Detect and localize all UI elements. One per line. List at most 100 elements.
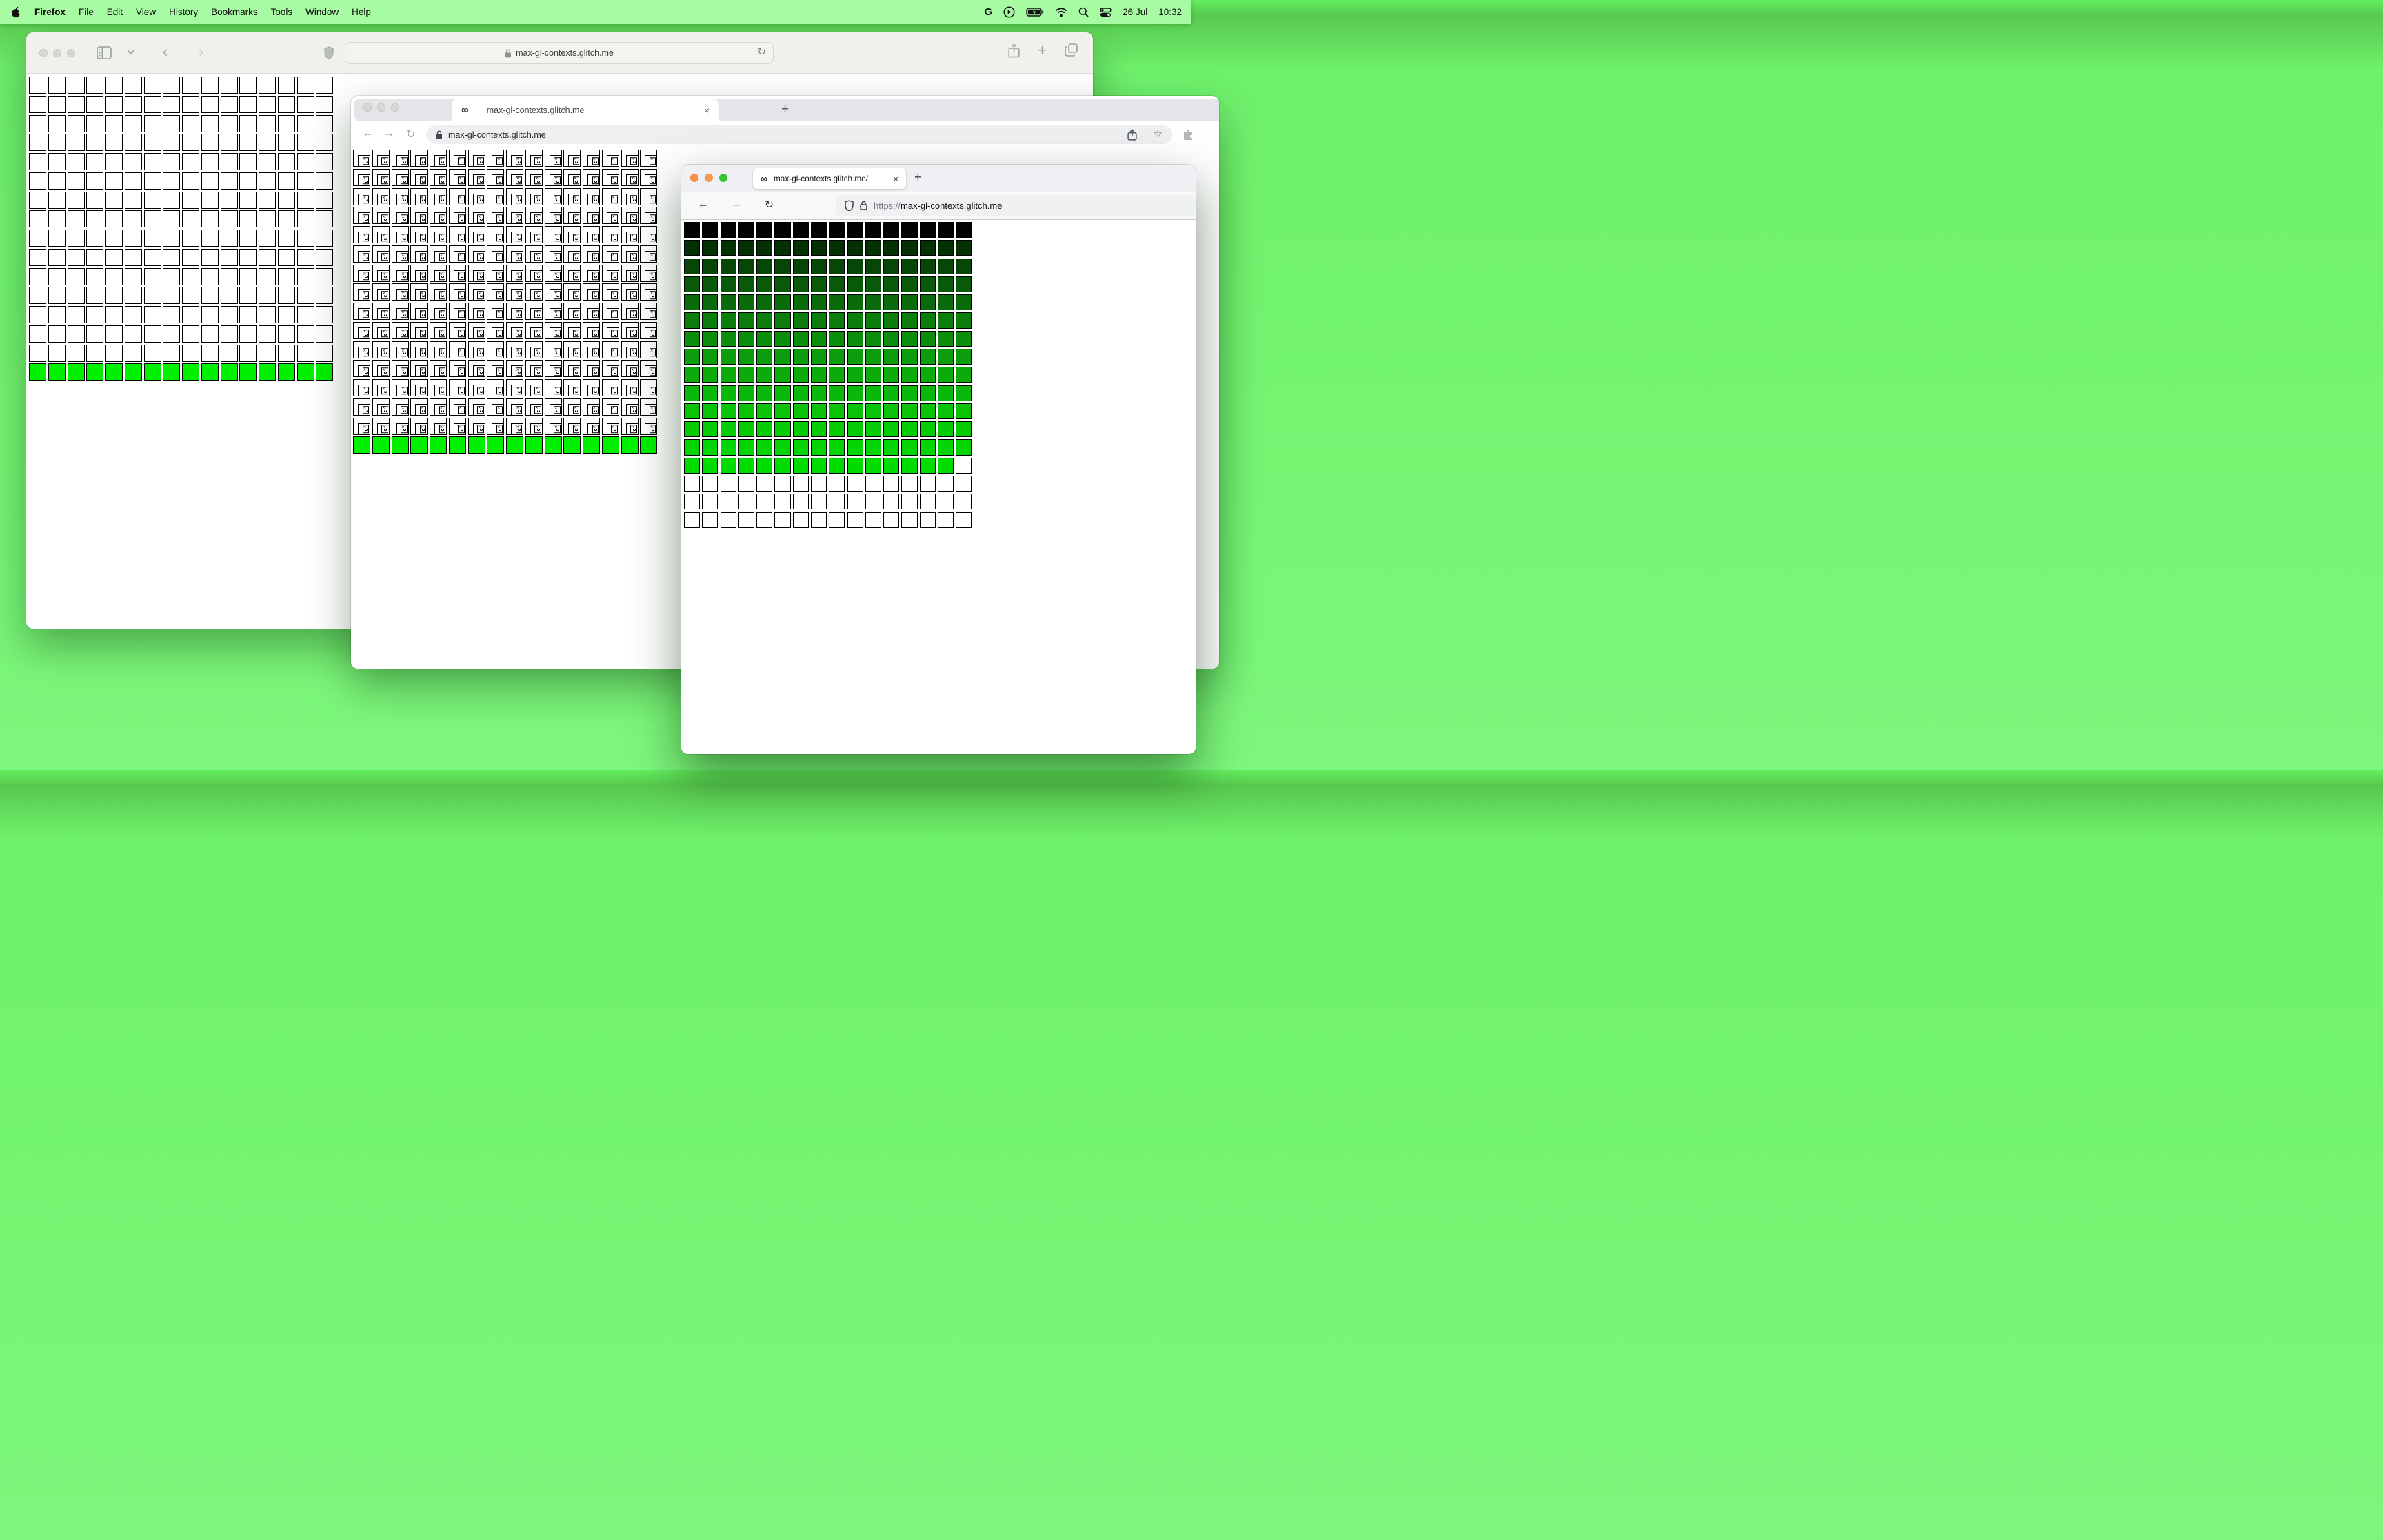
grid-cell: ×: [430, 360, 447, 378]
grid-cell: [29, 287, 46, 305]
menu-item-tools[interactable]: Tools: [271, 7, 293, 17]
google-status-icon[interactable]: G: [985, 6, 993, 18]
minimize-window-button[interactable]: [377, 103, 385, 112]
minimize-window-button[interactable]: [705, 174, 713, 182]
zoom-window-button[interactable]: [391, 103, 399, 112]
grid-cell: [756, 222, 773, 239]
close-window-button[interactable]: [39, 49, 48, 57]
tab-overview-icon[interactable]: [1065, 43, 1078, 58]
menu-item-view[interactable]: View: [136, 7, 156, 17]
grid-cell: [182, 191, 199, 209]
chrome-active-tab[interactable]: ∞ max-gl-contexts.glitch.me ×: [452, 99, 719, 121]
reload-button[interactable]: ↻: [406, 128, 415, 141]
spotlight-search-icon[interactable]: [1078, 7, 1089, 17]
menu-bar-date[interactable]: 26 Jul: [1123, 7, 1147, 17]
reload-button[interactable]: ↻: [765, 199, 774, 212]
zoom-window-button[interactable]: [719, 174, 727, 182]
grid-cell: [143, 114, 161, 132]
menu-item-history[interactable]: History: [169, 7, 198, 17]
grid-cell: ×: [467, 321, 485, 339]
grid-cell: [702, 403, 718, 419]
grid-cell: [810, 367, 827, 383]
menu-item-file[interactable]: File: [79, 7, 94, 17]
grid-cell: [847, 385, 863, 401]
tab-close-icon[interactable]: ×: [704, 105, 710, 116]
grid-cell: ×: [410, 321, 428, 339]
grid-cell: ×: [372, 207, 390, 225]
grid-cell: [67, 191, 85, 209]
grid-cell: [124, 191, 142, 209]
menu-app-name[interactable]: Firefox: [34, 7, 66, 17]
bookmark-star-icon[interactable]: ☆: [1154, 129, 1163, 141]
grid-cell: [810, 312, 827, 329]
broken-image-icon: ×: [530, 423, 543, 434]
grid-cell: ×: [525, 245, 543, 263]
grid-cell: [937, 511, 954, 528]
grid-cell: [259, 172, 276, 190]
grid-cell: [774, 385, 791, 401]
grid-cell: ×: [601, 168, 619, 186]
address-bar[interactable]: https:// max-gl-contexts.glitch.me: [836, 195, 1196, 216]
zoom-window-button[interactable]: [67, 49, 75, 57]
grid-cell: ×: [583, 168, 600, 186]
forward-button[interactable]: →: [731, 199, 742, 211]
broken-image-icon: ×: [587, 193, 600, 205]
grid-cell: [702, 276, 718, 293]
grid-cell: [220, 363, 238, 381]
broken-image-icon: ×: [606, 270, 619, 281]
grid-cell: [67, 306, 85, 323]
grid-cell: [259, 363, 276, 381]
tab-close-icon[interactable]: ×: [893, 174, 898, 184]
play-circle-icon[interactable]: [1003, 6, 1015, 18]
grid-cell: ×: [525, 264, 543, 282]
grid-cell: [792, 240, 809, 256]
grid-cell: [810, 240, 827, 256]
grid-cell: [756, 258, 773, 274]
grid-cell: [919, 222, 936, 239]
lock-icon[interactable]: [860, 201, 867, 210]
menu-item-bookmarks[interactable]: Bookmarks: [211, 7, 258, 17]
back-button[interactable]: ←: [362, 128, 373, 140]
grid-cell: [239, 210, 257, 228]
new-tab-button[interactable]: +: [781, 102, 789, 117]
menu-item-help[interactable]: Help: [352, 7, 371, 17]
broken-image-icon: ×: [376, 212, 390, 224]
firefox-active-tab[interactable]: ∞ max-gl-contexts.glitch.me/ ×: [753, 168, 906, 189]
broken-image-icon: ×: [396, 155, 408, 167]
forward-button[interactable]: ›: [199, 44, 203, 59]
reload-icon[interactable]: ↻: [757, 45, 766, 58]
broken-image-icon: ×: [606, 385, 619, 396]
grid-cell: [901, 439, 918, 456]
grid-cell: [847, 294, 863, 311]
menu-item-edit[interactable]: Edit: [107, 7, 123, 17]
new-tab-icon[interactable]: +: [1038, 43, 1047, 58]
control-center-icon[interactable]: [1100, 7, 1112, 17]
menu-item-window[interactable]: Window: [305, 7, 339, 17]
address-bar[interactable]: max-gl-contexts.glitch.me ↻: [345, 42, 774, 64]
menu-bar-clock[interactable]: 10:32: [1158, 7, 1182, 17]
back-button[interactable]: ‹: [163, 44, 168, 59]
extensions-puzzle-icon[interactable]: [1182, 128, 1194, 141]
forward-button[interactable]: →: [383, 128, 394, 140]
back-button[interactable]: ←: [698, 199, 709, 211]
sidebar-toggle-icon[interactable]: [97, 46, 112, 59]
grid-cell: [316, 134, 334, 152]
sidebar-chevron-down-icon[interactable]: [127, 50, 134, 55]
tracking-protection-shield-icon[interactable]: [845, 200, 854, 211]
grid-cell: [865, 367, 881, 383]
close-window-button[interactable]: [363, 103, 372, 112]
grid-cell: [792, 348, 809, 365]
wifi-icon[interactable]: [1055, 8, 1067, 17]
minimize-window-button[interactable]: [53, 49, 61, 57]
apple-menu-icon[interactable]: [11, 6, 21, 18]
grid-cell: [259, 153, 276, 170]
broken-image-icon: ×: [434, 270, 447, 281]
address-bar[interactable]: max-gl-contexts.glitch.me ☆: [426, 125, 1172, 144]
share-icon[interactable]: [1127, 129, 1137, 141]
share-icon[interactable]: [1008, 43, 1020, 58]
battery-charging-icon[interactable]: [1026, 8, 1044, 17]
grid-cell: ×: [544, 283, 562, 301]
grid-cell: [847, 330, 863, 347]
new-tab-button[interactable]: +: [914, 170, 922, 185]
close-window-button[interactable]: [690, 174, 698, 182]
